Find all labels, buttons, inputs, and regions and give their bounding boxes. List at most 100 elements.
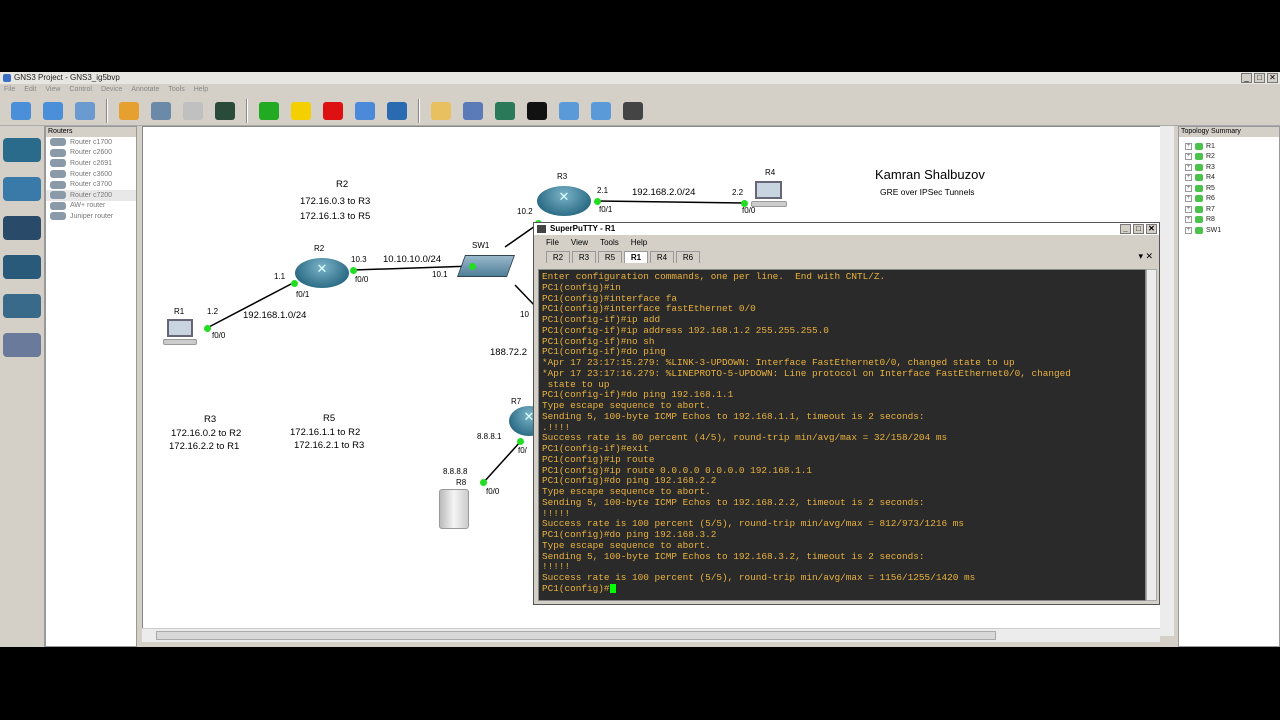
toolbar-separator	[246, 98, 248, 123]
tab-r3[interactable]: R3	[572, 251, 596, 263]
stop-button[interactable]	[320, 98, 346, 124]
security-device-category-icon[interactable]	[3, 255, 41, 279]
pause-button[interactable]	[288, 98, 314, 124]
end-device-category-icon[interactable]	[3, 216, 41, 240]
router-list-item[interactable]: Router c3600	[46, 169, 136, 180]
snapshot-button[interactable]	[116, 98, 142, 124]
sw1-left-ip-label: 10.1	[432, 270, 448, 279]
router-list-item[interactable]: Router c3700	[46, 179, 136, 190]
menu-tools[interactable]: Tools	[168, 84, 184, 95]
close-button[interactable]: ✕	[1267, 73, 1278, 83]
r1-ip-label: 1.2	[207, 307, 219, 316]
terminal-output[interactable]: Enter configuration commands, one per li…	[538, 269, 1146, 601]
topology-item-r6[interactable]: + R6	[1179, 194, 1279, 205]
topology-item-sw1[interactable]: + SW1	[1179, 225, 1279, 236]
expand-icon[interactable]: +	[1185, 226, 1192, 234]
switch-category-icon[interactable]	[3, 177, 41, 201]
terminal-scrollbar[interactable]	[1146, 269, 1157, 601]
router-list-item[interactable]: Router c1700	[46, 137, 136, 148]
topology-item-r4[interactable]: + R4	[1179, 173, 1279, 184]
new-project-button[interactable]	[8, 98, 34, 124]
topology-item-r1[interactable]: + R1	[1179, 141, 1279, 152]
sw1-right-ip-label: 10	[520, 310, 529, 319]
window-controls: _ □ ✕	[1241, 73, 1278, 83]
tab-controls[interactable]: ▾ ✕	[1138, 251, 1153, 262]
r3-router-icon[interactable]	[537, 186, 591, 216]
virtualbox-button[interactable]	[384, 98, 410, 124]
menu-device[interactable]: Device	[101, 84, 122, 95]
router-list-item[interactable]: AW+ router	[46, 201, 136, 212]
reload-button[interactable]	[352, 98, 378, 124]
topology-item-r2[interactable]: + R2	[1179, 152, 1279, 163]
sw1-switch-icon[interactable]	[456, 255, 516, 277]
menu-control[interactable]: Control	[69, 84, 92, 95]
expand-icon[interactable]: +	[1185, 205, 1192, 213]
putty-close-button[interactable]: ✕	[1146, 224, 1157, 234]
console-button[interactable]	[212, 98, 238, 124]
capture-button[interactable]	[180, 98, 206, 124]
expand-icon[interactable]: +	[1185, 153, 1192, 161]
tab-r1[interactable]: R1	[624, 251, 648, 263]
r1-iface-label: f0/0	[212, 331, 226, 340]
zoom-in-button[interactable]	[556, 98, 582, 124]
rectangle-button[interactable]	[492, 98, 518, 124]
expand-icon[interactable]: +	[1185, 195, 1192, 203]
router-list-item[interactable]: Router c2691	[46, 158, 136, 169]
menu-help[interactable]: Help	[194, 84, 208, 95]
open-project-button[interactable]	[40, 98, 66, 124]
add-link-button[interactable]	[148, 98, 174, 124]
r8-server-icon[interactable]	[437, 487, 477, 533]
canvas-horizontal-scrollbar[interactable]	[142, 628, 1160, 642]
topology-item-r3[interactable]: + R3	[1179, 162, 1279, 173]
tab-r5[interactable]: R5	[598, 251, 622, 263]
canvas-vertical-scrollbar[interactable]	[1160, 126, 1174, 636]
expand-icon[interactable]: +	[1185, 174, 1192, 182]
putty-menu-help[interactable]: Help	[631, 235, 647, 251]
putty-menu-file[interactable]: File	[546, 235, 559, 251]
maximize-button[interactable]: □	[1254, 73, 1265, 83]
tab-r2[interactable]: R2	[546, 251, 570, 263]
zoom-out-button[interactable]	[588, 98, 614, 124]
r3-note-line1: 172.16.0.2 to R2	[171, 428, 242, 439]
topology-item-r5[interactable]: + R5	[1179, 183, 1279, 194]
insert-picture-button[interactable]	[460, 98, 486, 124]
r1-laptop-icon[interactable]	[163, 319, 197, 349]
window-title: GNS3 Project - GNS3_ig5bvp	[14, 73, 120, 82]
expand-icon[interactable]: +	[1185, 216, 1192, 224]
router-list-item[interactable]: Juniper router	[46, 211, 136, 222]
tab-r4[interactable]: R4	[650, 251, 674, 263]
menu-file[interactable]: File	[4, 84, 15, 95]
router-icon	[50, 170, 66, 179]
router-list-item[interactable]: Router c7200	[46, 189, 136, 201]
r4-laptop-icon[interactable]	[751, 181, 787, 211]
topology-item-r7[interactable]: + R7	[1179, 204, 1279, 215]
scroll-thumb[interactable]	[156, 631, 996, 640]
router-category-icon[interactable]	[3, 138, 41, 162]
ellipse-button[interactable]	[524, 98, 550, 124]
router-list-item[interactable]: Router c2600	[46, 148, 136, 159]
minimize-button[interactable]: _	[1241, 73, 1252, 83]
insert-picture-icon	[463, 101, 483, 120]
save-project-button[interactable]	[72, 98, 98, 124]
putty-maximize-button[interactable]: □	[1133, 224, 1144, 234]
putty-menu-tools[interactable]: Tools	[600, 235, 619, 251]
all-devices-icon[interactable]	[3, 294, 41, 318]
r2-note-line2: 172.16.1.3 to R5	[300, 211, 371, 222]
connection-icon[interactable]	[3, 333, 41, 357]
tab-r6[interactable]: R6	[676, 251, 700, 263]
putty-menu-view[interactable]: View	[571, 235, 588, 251]
topology-item-r8[interactable]: + R8	[1179, 215, 1279, 226]
start-button[interactable]	[256, 98, 282, 124]
terminal-line: PC1(config)#in	[542, 281, 621, 293]
menu-view[interactable]: View	[45, 84, 60, 95]
note-button[interactable]	[428, 98, 454, 124]
menu-annotate[interactable]: Annotate	[131, 84, 159, 95]
expand-icon[interactable]: +	[1185, 184, 1192, 192]
expand-icon[interactable]: +	[1185, 142, 1192, 150]
expand-icon[interactable]: +	[1185, 163, 1192, 171]
screenshot-button[interactable]	[620, 98, 646, 124]
r2-router-icon[interactable]	[295, 258, 349, 288]
menu-edit[interactable]: Edit	[24, 84, 36, 95]
putty-minimize-button[interactable]: _	[1120, 224, 1131, 234]
putty-titlebar: SuperPuTTY - R1 _ □ ✕	[534, 223, 1159, 235]
